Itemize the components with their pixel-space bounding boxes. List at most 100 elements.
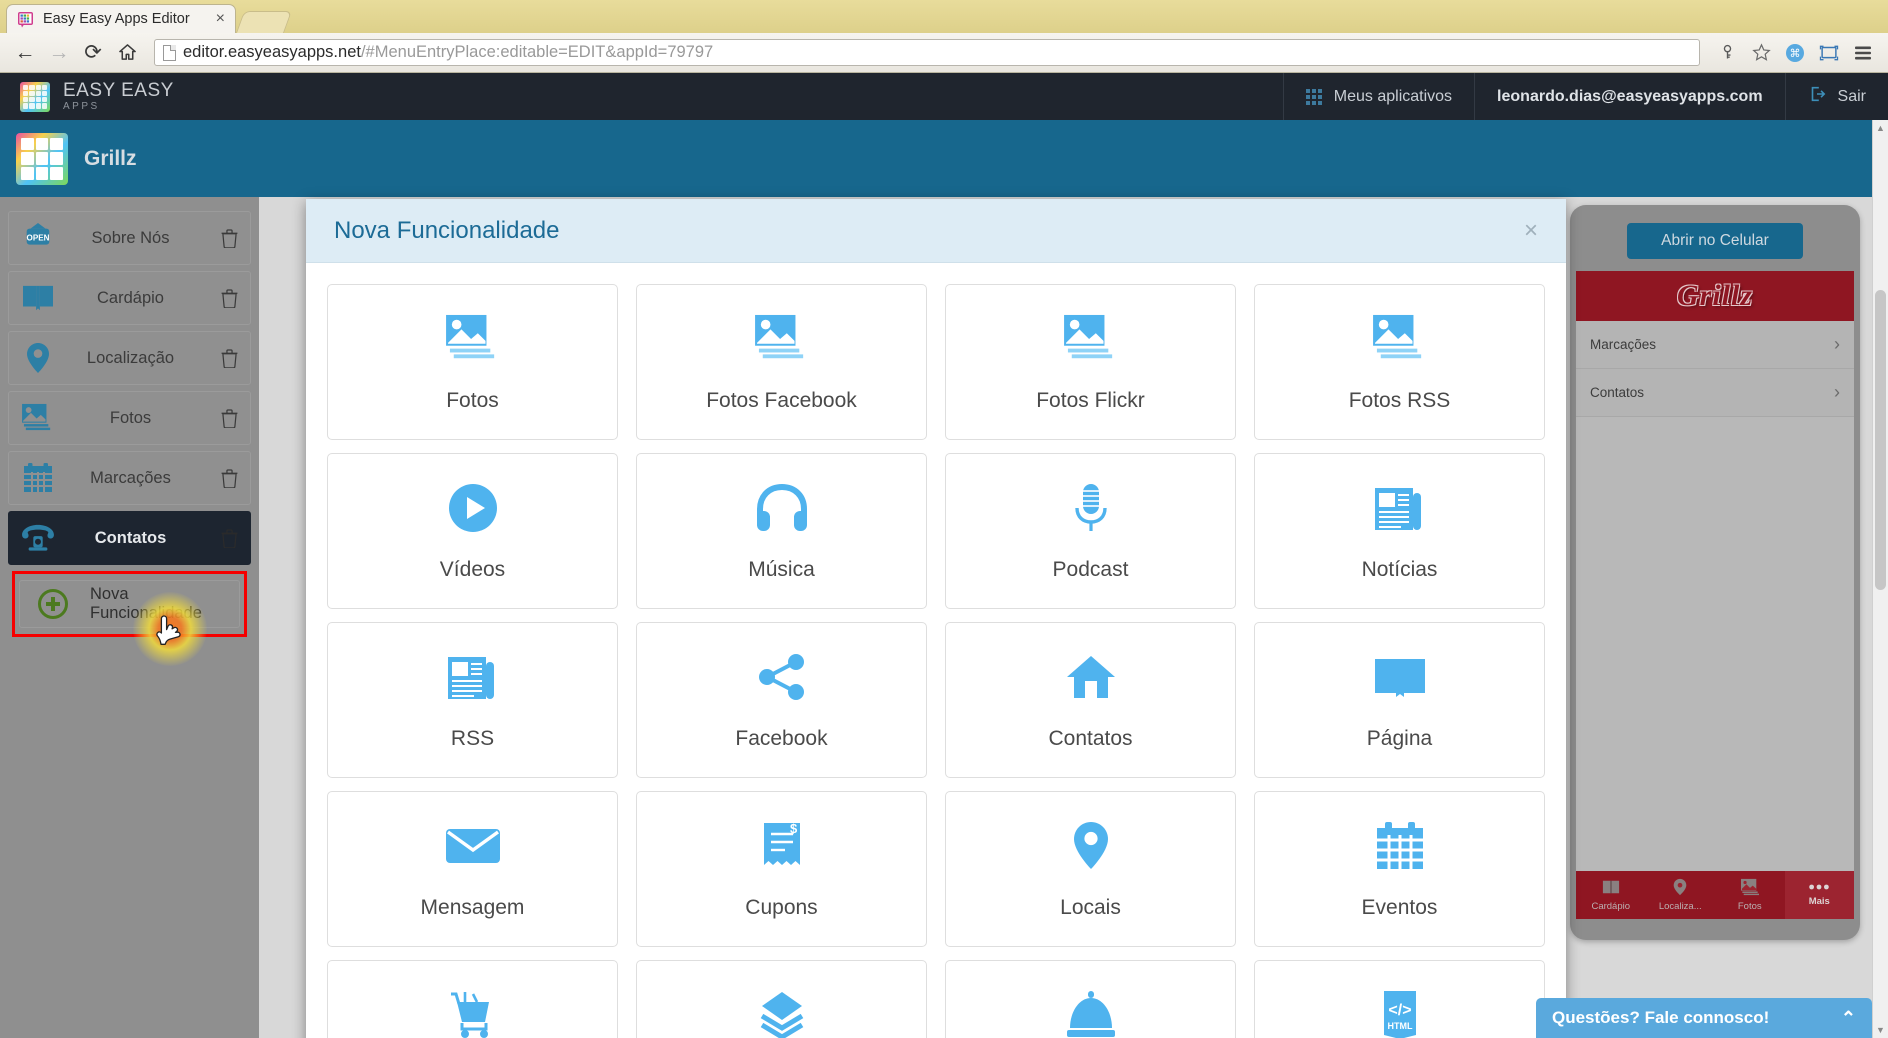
- reload-icon[interactable]: ⟳: [78, 38, 108, 68]
- sidebar-item-cardapio[interactable]: Cardápio: [8, 271, 251, 325]
- sidebar-item-fotos[interactable]: Fotos: [8, 391, 251, 445]
- feature-tile-eventos[interactable]: Eventos: [1254, 791, 1545, 947]
- phone-preview: Abrir no Celular Grillz Marcações › Cont…: [1570, 205, 1860, 940]
- sidebar-item-localizacao[interactable]: Localização: [8, 331, 251, 385]
- scroll-up-arrow[interactable]: ▲: [1873, 120, 1888, 136]
- feature-tile-pagina[interactable]: Página: [1254, 622, 1545, 778]
- chat-widget[interactable]: Questões? Fale connosco! ⌃: [1536, 998, 1872, 1038]
- apps-grid-icon: [1306, 89, 1322, 105]
- feature-tile-videos[interactable]: Vídeos: [327, 453, 618, 609]
- tile-label: Cupons: [745, 896, 817, 920]
- plus-circle-icon: [38, 589, 68, 619]
- editor-sidebar: Grillz OPEN Sobre Nós Cardápio: [0, 120, 259, 1038]
- feature-tile-facebook[interactable]: Facebook: [636, 622, 927, 778]
- phone-tab-cardapio[interactable]: Cardápio: [1576, 871, 1646, 919]
- feature-tile-fotos[interactable]: Fotos: [327, 284, 618, 440]
- trash-icon[interactable]: [208, 529, 250, 548]
- tile-label: Mensagem: [421, 896, 525, 920]
- phone-app-header: Grillz: [1576, 271, 1854, 321]
- open-on-mobile-button[interactable]: Abrir no Celular: [1627, 223, 1803, 259]
- feature-tile-mensagem[interactable]: Mensagem: [327, 791, 618, 947]
- tile-label: Vídeos: [440, 558, 505, 582]
- phone-tab-fotos[interactable]: Fotos: [1715, 871, 1785, 919]
- home-icon[interactable]: [112, 38, 142, 68]
- trash-icon[interactable]: [208, 409, 250, 428]
- close-icon[interactable]: ×: [1524, 219, 1538, 243]
- forward-icon[interactable]: →: [44, 38, 74, 68]
- phone-row-contatos[interactable]: Contatos ›: [1576, 369, 1854, 417]
- sidebar-item-label: Marcações: [53, 469, 208, 488]
- sidebar-item-label: Cardápio: [53, 289, 208, 308]
- page-scrollbar[interactable]: ▲ ▼: [1872, 120, 1888, 1038]
- phone-tab-label: Localiza...: [1659, 901, 1702, 912]
- trash-icon[interactable]: [208, 289, 250, 308]
- nav-user-email[interactable]: leonardo.dias@easyeasyapps.com: [1474, 73, 1785, 120]
- tile-label: Fotos Flickr: [1036, 389, 1145, 413]
- feature-tile-fotos-rss[interactable]: Fotos RSS: [1254, 284, 1545, 440]
- feature-tile-grid: Fotos Fotos Facebook Fotos Flickr: [327, 284, 1545, 1038]
- modal-title: Nova Funcionalidade: [334, 217, 559, 245]
- new-feature-button[interactable]: Nova Funcionalidade: [19, 580, 240, 628]
- tile-label: Fotos Facebook: [706, 389, 857, 413]
- phone-tab-localizacao[interactable]: Localiza...: [1646, 871, 1716, 919]
- scroll-down-arrow[interactable]: ▼: [1873, 1022, 1888, 1038]
- extension-icon[interactable]: ⌘: [1780, 38, 1810, 68]
- star-icon[interactable]: [1746, 38, 1776, 68]
- phone-tab-label: Cardápio: [1591, 901, 1630, 912]
- cast-icon[interactable]: [1814, 38, 1844, 68]
- newspaper-icon: [447, 649, 499, 705]
- tile-label: Fotos: [446, 389, 499, 413]
- chat-widget-label: Questões? Fale connosco!: [1552, 1008, 1769, 1028]
- photos-icon: [445, 311, 501, 367]
- feature-tile-cardapio[interactable]: Cardápio: [945, 960, 1236, 1038]
- feature-tile-produtos[interactable]: Produtos: [327, 960, 618, 1038]
- feature-tile-noticias[interactable]: Notícias: [1254, 453, 1545, 609]
- photos-icon: [754, 311, 810, 367]
- feature-tile-musica[interactable]: Música: [636, 453, 927, 609]
- nav-meus-aplicativos[interactable]: Meus aplicativos: [1283, 73, 1474, 120]
- feature-tile-cupons[interactable]: $ Cupons: [636, 791, 927, 947]
- home-icon: [1065, 649, 1117, 705]
- trash-icon[interactable]: [208, 229, 250, 248]
- app-root: EASY EASY APPS Meus aplicativos leonardo…: [0, 73, 1888, 1038]
- feature-tile-podcast[interactable]: Podcast: [945, 453, 1236, 609]
- shopping-cart-icon: [447, 987, 499, 1038]
- trash-icon[interactable]: [208, 469, 250, 488]
- nav-logout[interactable]: Sair: [1785, 73, 1888, 120]
- favicon-icon: [17, 11, 34, 28]
- svg-text:HTML: HTML: [1387, 1021, 1412, 1031]
- phone-row-label: Contatos: [1590, 385, 1644, 400]
- phone-tab-label: Fotos: [1738, 901, 1762, 912]
- phone-tab-mais[interactable]: Mais: [1785, 871, 1855, 919]
- photos-icon: [1740, 878, 1760, 899]
- url-path: /#MenuEntryPlace:editable=EDIT&appId=797…: [361, 43, 713, 61]
- tile-label: Notícias: [1362, 558, 1438, 582]
- browser-tab-title: Easy Easy Apps Editor: [43, 11, 200, 27]
- app-topbar: EASY EASY APPS Meus aplicativos leonardo…: [0, 73, 1888, 120]
- photos-icon: [1372, 311, 1428, 367]
- sidebar-item-marcacoes[interactable]: Marcações: [8, 451, 251, 505]
- key-icon[interactable]: [1712, 38, 1742, 68]
- tile-label: Música: [748, 558, 815, 582]
- feature-tile-fotos-flickr[interactable]: Fotos Flickr: [945, 284, 1236, 440]
- feature-tile-sitio-web[interactable]: </>HTML Sítio Web: [1254, 960, 1545, 1038]
- sidebar-item-sobre-nos[interactable]: OPEN Sobre Nós: [8, 211, 251, 265]
- trash-icon[interactable]: [208, 349, 250, 368]
- map-pin-icon: [1672, 878, 1688, 899]
- scrollbar-thumb[interactable]: [1875, 290, 1886, 590]
- brand-line-1: EASY EASY: [63, 81, 174, 100]
- feature-tile-catalogo[interactable]: Catálogo: [636, 960, 927, 1038]
- address-bar[interactable]: editor.easyeasyapps.net/#MenuEntryPlace:…: [154, 39, 1700, 66]
- sidebar-item-contatos[interactable]: Contatos: [8, 511, 251, 565]
- feature-tile-fotos-facebook[interactable]: Fotos Facebook: [636, 284, 927, 440]
- url-host: editor.easyeasyapps.net: [183, 43, 361, 61]
- feature-tile-locais[interactable]: Locais: [945, 791, 1236, 947]
- new-tab-button[interactable]: [236, 11, 292, 33]
- feature-tile-rss[interactable]: RSS: [327, 622, 618, 778]
- tab-close-icon[interactable]: ×: [216, 11, 225, 27]
- browser-tab[interactable]: Easy Easy Apps Editor ×: [6, 4, 236, 33]
- menu-icon[interactable]: [1848, 38, 1878, 68]
- phone-row-marcacoes[interactable]: Marcações ›: [1576, 321, 1854, 369]
- back-icon[interactable]: ←: [10, 38, 40, 68]
- feature-tile-contatos[interactable]: Contatos: [945, 622, 1236, 778]
